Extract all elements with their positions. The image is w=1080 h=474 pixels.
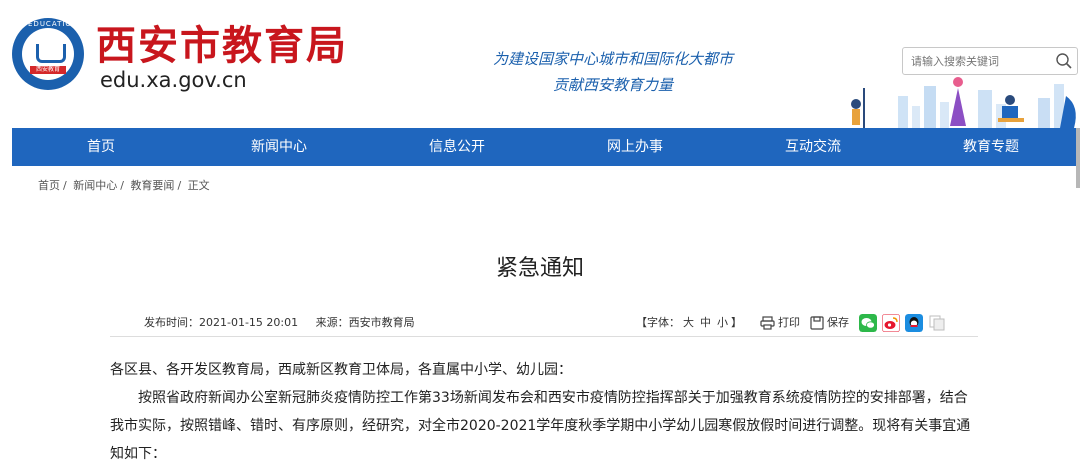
nav-item-news[interactable]: 新闻中心: [190, 128, 368, 166]
share-icons: [859, 314, 951, 332]
wechat-icon[interactable]: [859, 314, 877, 332]
publish-time: 发布时间：2021-01-15 20:01: [144, 316, 298, 329]
nav-item-online-service[interactable]: 网上办事: [546, 128, 724, 166]
weibo-icon[interactable]: [882, 314, 900, 332]
save-button[interactable]: 保存: [810, 313, 849, 333]
nav-item-interaction[interactable]: 互动交流: [724, 128, 902, 166]
body-paragraph: 按照省政府新闻办公室新冠肺炎疫情防控工作第33场新闻发布会和西安市疫情防控指挥部…: [110, 390, 971, 462]
scrollbar[interactable]: [1076, 128, 1080, 188]
search-icon[interactable]: [1055, 52, 1073, 70]
site-domain: edu.xa.gov.cn: [100, 68, 247, 92]
breadcrumb-separator: /: [120, 179, 124, 192]
nav-item-home[interactable]: 首页: [12, 128, 190, 166]
font-size-control: 【字体： 大 中 小 】: [636, 313, 742, 333]
book-icon: [36, 44, 66, 63]
qq-icon[interactable]: [905, 314, 923, 332]
save-label: 保存: [827, 316, 849, 329]
font-size-small[interactable]: 小: [717, 313, 728, 333]
logo-arc-text: EDUCATION: [28, 20, 79, 28]
font-size-label: 【字体：: [636, 316, 680, 329]
logo-ribbon-text: 西安教育: [35, 66, 60, 73]
breadcrumb-edu-news[interactable]: 教育要闻: [130, 179, 174, 192]
search-input[interactable]: [911, 51, 1051, 71]
article-title: 紧急通知: [495, 256, 584, 281]
site-title[interactable]: 西安市教育局: [96, 22, 348, 70]
breadcrumb-separator: /: [63, 179, 67, 192]
nav-item-topics[interactable]: 教育专题: [902, 128, 1080, 166]
source: 来源：西安市教育局: [316, 316, 415, 329]
slogan-line-1: 为建设国家中心城市和国际化大都市: [492, 50, 733, 68]
article-body: 各区县、各开发区教育局，西咸新区教育卫体局，各直属中小学、幼儿园： 按照省政府新…: [110, 356, 978, 468]
meta-divider: [110, 336, 978, 337]
save-icon: [810, 316, 824, 330]
city-illustration: [851, 77, 1076, 128]
slogan: 为建设国家中心城市和国际化大都市 贡献西安教育力量: [468, 46, 758, 98]
breadcrumb-separator: /: [177, 179, 182, 192]
site-header: EDUCATION 西安教育 西安市教育局 edu.xa.gov.cn 为建设国…: [0, 0, 1080, 128]
publish-label: 发布时间：: [144, 316, 199, 329]
font-size-close: 】: [731, 316, 742, 329]
print-button[interactable]: 打印: [760, 313, 800, 333]
font-size-medium[interactable]: 中: [700, 313, 711, 333]
print-icon: [760, 316, 775, 330]
salutation-paragraph: 各区县、各开发区教育局，西咸新区教育卫体局，各直属中小学、幼儿园：: [110, 362, 572, 378]
breadcrumb-home[interactable]: 首页: [38, 179, 60, 192]
copy-icon[interactable]: [928, 314, 946, 332]
logo-ribbon: 西安教育: [30, 66, 66, 74]
source-value: 西安市教育局: [348, 316, 415, 329]
publish-value: 2021-01-15 20:01: [199, 316, 299, 329]
source-label: 来源：: [315, 316, 349, 329]
slogan-line-2: 贡献西安教育力量: [552, 76, 673, 94]
breadcrumb-news[interactable]: 新闻中心: [73, 179, 117, 192]
article-meta: 发布时间：2021-01-15 20:01 来源：西安市教育局: [144, 316, 429, 330]
logo-emblem: 西安教育: [22, 28, 74, 80]
nav-item-info[interactable]: 信息公开: [368, 128, 546, 166]
search-box: [902, 47, 1078, 75]
breadcrumb-current: 正文: [187, 179, 210, 192]
font-size-large[interactable]: 大: [683, 313, 694, 333]
print-label: 打印: [778, 316, 800, 329]
article-tools: 【字体： 大 中 小 】 打印 保存: [636, 313, 951, 333]
breadcrumb: 首页 / 新闻中心 / 教育要闻 / 正文: [38, 179, 213, 193]
education-logo[interactable]: EDUCATION 西安教育: [12, 18, 84, 90]
main-nav: 首页 新闻中心 信息公开 网上办事 互动交流 教育专题: [12, 128, 1080, 166]
